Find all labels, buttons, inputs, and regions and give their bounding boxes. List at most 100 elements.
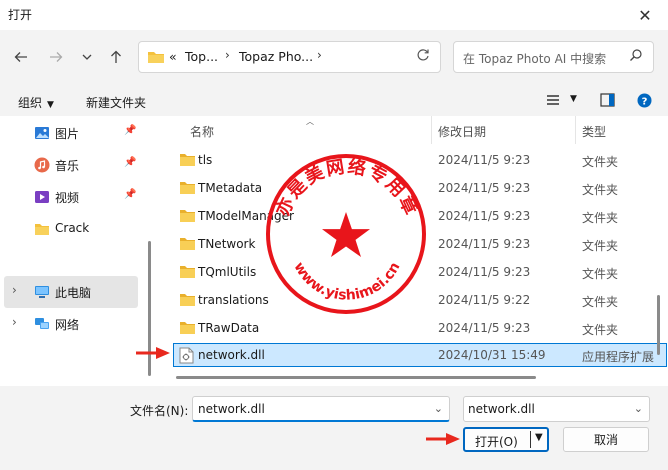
dll-file-icon xyxy=(179,347,194,364)
split-divider xyxy=(530,431,531,448)
folder-icon xyxy=(180,182,195,194)
folder-icon xyxy=(180,322,195,334)
pin-icon[interactable]: 📌 xyxy=(124,189,136,200)
file-date: 2024/11/5 9:23 xyxy=(438,153,531,167)
file-type: 文件夹 xyxy=(582,267,619,281)
sort-up-icon: ︿ xyxy=(306,117,314,126)
column-divider[interactable] xyxy=(431,116,432,144)
sidebar-item-pictures[interactable]: 图片 📌 xyxy=(0,117,138,149)
filename-input[interactable]: network.dll ⌄ xyxy=(192,396,450,422)
horizontal-scrollbar[interactable] xyxy=(176,376,536,379)
open-button[interactable]: 打开(O) ▼ xyxy=(463,427,549,452)
file-name: TMetadata xyxy=(198,181,263,195)
address-segment-top[interactable]: Top... xyxy=(185,49,218,64)
preview-pane-icon[interactable] xyxy=(600,93,615,110)
sidebar-item-crack[interactable]: Crack xyxy=(0,213,138,245)
filename-value: network.dll xyxy=(198,402,265,416)
folder-icon xyxy=(180,154,195,166)
recent-locations-button[interactable] xyxy=(75,45,99,69)
file-date: 2024/10/31 15:49 xyxy=(438,348,546,362)
file-date: 2024/11/5 9:22 xyxy=(438,293,531,307)
arrow-left-icon xyxy=(14,52,27,62)
new-folder-button[interactable]: 新建文件夹 xyxy=(86,94,146,111)
caret-down-icon: ▼ xyxy=(47,100,54,110)
network-icon xyxy=(35,318,49,329)
open-button-label: 打开(O) xyxy=(475,435,518,449)
file-type: 文件夹 xyxy=(582,155,619,169)
annotation-arrow-icon xyxy=(426,433,460,445)
forward-button[interactable] xyxy=(44,45,68,69)
folder-icon xyxy=(180,266,195,278)
column-divider[interactable] xyxy=(575,116,576,144)
help-icon[interactable]: ? xyxy=(637,93,652,111)
title-bar: 打开 ✕ xyxy=(0,0,668,30)
sidebar-item-music[interactable]: 音乐 📌 xyxy=(0,149,138,181)
view-options-caret-icon[interactable]: ▼ xyxy=(570,94,577,104)
file-name: translations xyxy=(198,293,269,307)
sidebar-item-label: 此电脑 xyxy=(55,286,92,300)
folder-icon xyxy=(148,52,164,63)
svg-text:?: ? xyxy=(642,97,648,108)
search-icon[interactable] xyxy=(629,48,643,65)
close-icon[interactable]: ✕ xyxy=(622,0,668,30)
chevron-right-icon[interactable]: › xyxy=(317,48,322,62)
address-overflow[interactable]: « xyxy=(169,49,177,64)
address-segment-topaz[interactable]: Topaz Pho... xyxy=(239,49,313,64)
sidebar-item-label: Crack xyxy=(55,221,90,235)
computer-icon xyxy=(35,286,49,298)
chevron-right-icon[interactable]: › xyxy=(225,48,230,62)
file-type: 应用程序扩展 xyxy=(582,350,655,364)
vertical-scrollbar[interactable] xyxy=(657,295,660,355)
folder-icon xyxy=(180,210,195,222)
list-item[interactable]: TRawData 2024/11/5 9:23 文件夹 xyxy=(174,314,668,342)
file-name: TRawData xyxy=(198,321,260,335)
sidebar-item-network[interactable]: › 网络 xyxy=(0,308,138,340)
file-name: tls xyxy=(198,153,213,167)
search-input[interactable]: 在 Topaz Photo AI 中搜索 xyxy=(453,41,654,73)
sidebar-item-videos[interactable]: 视频 📌 xyxy=(0,181,138,213)
organize-button[interactable]: 组织 ▼ xyxy=(18,94,54,111)
file-date: 2024/11/5 9:23 xyxy=(438,209,531,223)
svg-text:www.yishimei.cn: www.yishimei.cn xyxy=(290,259,403,303)
annotation-arrow-icon xyxy=(136,347,170,359)
sidebar-item-label: 图片 xyxy=(55,127,80,141)
filename-label: 文件名(N): xyxy=(130,404,189,418)
chevron-down-icon[interactable]: ⌄ xyxy=(434,402,443,415)
pin-icon[interactable]: 📌 xyxy=(124,157,136,168)
sidebar-item-label: 网络 xyxy=(55,318,80,332)
chevron-right-icon[interactable]: › xyxy=(12,283,17,297)
folder-icon xyxy=(35,224,49,235)
sidebar-item-this-pc[interactable]: › 此电脑 xyxy=(4,276,138,308)
arrow-right-icon xyxy=(50,52,63,62)
address-bar[interactable]: « Top... › Topaz Pho... › xyxy=(138,41,441,73)
file-name: network.dll xyxy=(198,348,265,362)
filetype-select[interactable]: network.dll ⌄ xyxy=(463,396,650,422)
filetype-value: network.dll xyxy=(468,402,535,416)
file-name: TNetwork xyxy=(198,237,256,251)
pin-icon[interactable]: 📌 xyxy=(124,125,136,136)
svg-text:亦是美网络专用章: 亦是美网络专用章 xyxy=(271,155,423,219)
refresh-icon[interactable] xyxy=(416,48,430,66)
cancel-button[interactable]: 取消 xyxy=(563,427,649,452)
chevron-right-icon[interactable]: › xyxy=(12,315,17,329)
file-date: 2024/11/5 9:23 xyxy=(438,265,531,279)
list-item-selected[interactable]: network.dll 2024/10/31 15:49 应用程序扩展 xyxy=(173,343,667,367)
pictures-icon xyxy=(35,127,49,139)
caret-down-icon[interactable]: ▼ xyxy=(535,432,543,443)
file-type: 文件夹 xyxy=(582,239,619,253)
file-type: 文件夹 xyxy=(582,295,619,309)
file-date: 2024/11/5 9:23 xyxy=(438,237,531,251)
red-seal-stamp: 亦是美网络专用章 www.yishimei.cn xyxy=(266,154,426,314)
chevron-down-icon[interactable]: ⌄ xyxy=(634,402,643,415)
search-placeholder: 在 Topaz Photo AI 中搜索 xyxy=(463,52,607,66)
folder-icon xyxy=(180,238,195,250)
view-list-icon[interactable] xyxy=(546,93,560,110)
sidebar-item-label: 音乐 xyxy=(55,159,80,173)
file-type: 文件夹 xyxy=(582,211,619,225)
window-title: 打开 xyxy=(8,8,33,22)
back-button[interactable] xyxy=(9,45,33,69)
sidebar-item-label: 视频 xyxy=(55,191,80,205)
file-date: 2024/11/5 9:23 xyxy=(438,321,531,335)
up-button[interactable] xyxy=(104,45,128,69)
file-type: 文件夹 xyxy=(582,323,619,337)
